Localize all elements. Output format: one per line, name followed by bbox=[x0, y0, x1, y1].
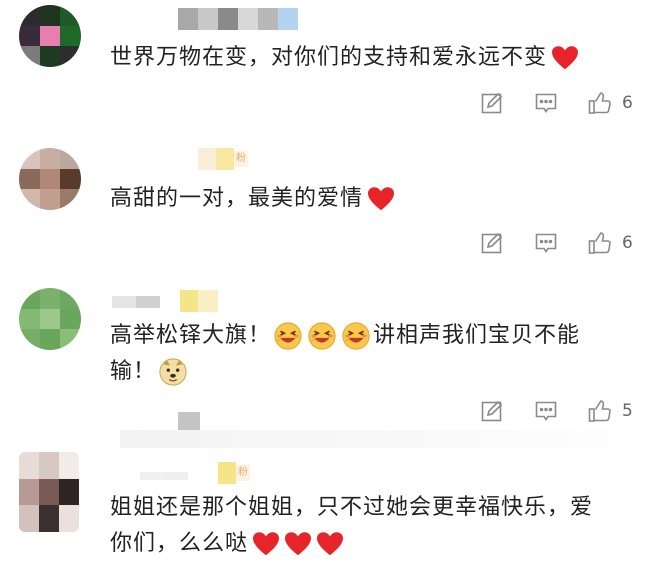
fan-badge-icon: 粉 bbox=[234, 151, 248, 167]
comment-text: 高甜的一对，最美的爱情 bbox=[110, 181, 626, 217]
comment-item: 粉 姐姐还是那个姐姐，只不过她会更幸福快乐，爱 你们，么么哒 bbox=[0, 450, 656, 571]
comment-text: 高举松铎大旗！ 讲相声我们宝贝不能 输！ bbox=[110, 318, 626, 390]
username-blurred[interactable]: 粉 bbox=[140, 462, 250, 484]
comment-item: 粉 高甜的一对，最美的爱情 6 bbox=[0, 140, 656, 270]
comment-icon bbox=[535, 233, 557, 253]
repost-button[interactable] bbox=[478, 90, 506, 116]
comment-actions: 5 bbox=[452, 398, 634, 424]
comment-button[interactable] bbox=[532, 230, 560, 256]
heart-icon bbox=[368, 187, 395, 211]
blurred-separator bbox=[120, 430, 656, 448]
comment-button[interactable] bbox=[532, 90, 560, 116]
comment-text: 世界万物在变，对你们的支持和爱永远不变 bbox=[110, 40, 626, 76]
laughing-emoji-icon bbox=[274, 322, 302, 350]
comment-text: 姐姐还是那个姐姐，只不过她会更幸福快乐，爱 你们，么么哒 bbox=[110, 490, 626, 562]
comment-icon bbox=[535, 401, 557, 421]
laughing-emoji-icon bbox=[308, 322, 336, 350]
username-blurred[interactable] bbox=[178, 8, 298, 30]
heart-icon bbox=[552, 46, 579, 70]
like-button[interactable] bbox=[586, 90, 614, 116]
comment-item: 世界万物在变，对你们的支持和爱永远不变 6 bbox=[0, 0, 656, 130]
comment-text-line1b: 讲相声我们宝贝不能 bbox=[373, 323, 581, 348]
avatar[interactable] bbox=[19, 288, 81, 350]
comment-icon bbox=[535, 93, 557, 113]
thumbs-up-icon bbox=[588, 400, 611, 422]
like-count: 6 bbox=[622, 93, 633, 113]
comment-text-line2: 你们，么么哒 bbox=[110, 531, 249, 556]
heart-icon bbox=[253, 532, 280, 556]
comment-text-content: 世界万物在变，对你们的支持和爱永远不变 bbox=[110, 45, 548, 70]
comment-text-line2: 输！ bbox=[110, 359, 157, 384]
comment-actions: 6 bbox=[452, 90, 634, 116]
fan-badge-icon: 粉 bbox=[236, 465, 250, 481]
thumbs-up-icon bbox=[588, 92, 611, 114]
heart-icon bbox=[285, 532, 312, 556]
avatar[interactable] bbox=[19, 148, 81, 210]
edit-icon bbox=[481, 400, 503, 422]
username-blurred[interactable]: 粉 bbox=[198, 148, 248, 170]
like-button[interactable] bbox=[586, 230, 614, 256]
blurred-separator bbox=[178, 412, 200, 430]
avatar[interactable] bbox=[19, 452, 79, 532]
repost-button[interactable] bbox=[478, 230, 506, 256]
edit-icon bbox=[481, 92, 503, 114]
username-blurred[interactable] bbox=[112, 290, 218, 312]
avatar[interactable] bbox=[19, 5, 81, 67]
like-count: 5 bbox=[622, 401, 633, 421]
like-button[interactable] bbox=[586, 398, 614, 424]
comment-text-content: 高甜的一对，最美的爱情 bbox=[110, 186, 364, 211]
comment-text-line1: 姐姐还是那个姐姐，只不过她会更幸福快乐，爱 bbox=[110, 495, 594, 520]
thumbs-up-icon bbox=[588, 232, 611, 254]
like-count: 6 bbox=[622, 233, 633, 253]
heart-icon bbox=[317, 532, 344, 556]
comment-button[interactable] bbox=[532, 398, 560, 424]
comment-actions: 6 bbox=[452, 230, 634, 256]
repost-button[interactable] bbox=[478, 398, 506, 424]
laughing-emoji-icon bbox=[342, 322, 370, 350]
edit-icon bbox=[481, 232, 503, 254]
doge-emoji-icon bbox=[159, 358, 187, 386]
comment-item: 高举松铎大旗！ 讲相声我们宝贝不能 输！ 5 bbox=[0, 280, 656, 435]
comment-text-line1: 高举松铎大旗！ bbox=[110, 323, 272, 348]
